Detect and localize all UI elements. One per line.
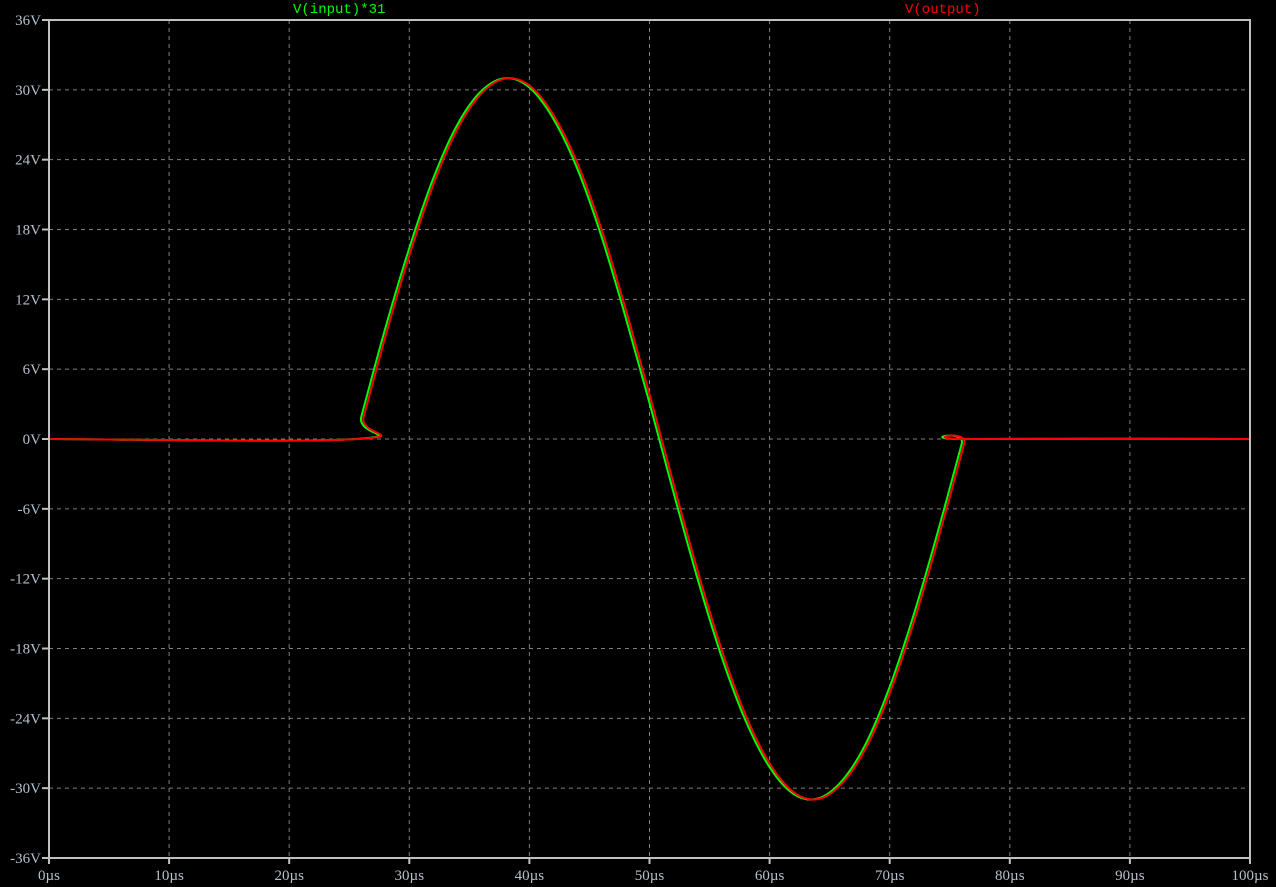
x-tick-label: 70µs <box>875 868 905 884</box>
y-tick-label: 0V <box>23 432 42 448</box>
x-tick-label: 50µs <box>635 868 665 884</box>
y-tick-label: -36V <box>10 851 41 867</box>
axis-ticks: 0µs 10µs 20µs 30µs 40µs 50µs 60µs 70µs 80µs 90µs 1… <box>10 13 1268 884</box>
x-tick-label: 80µs <box>995 868 1025 884</box>
legend-output[interactable]: V(output) <box>905 2 981 18</box>
y-tick-label: 6V <box>23 362 42 378</box>
waveform-plot[interactable]: 0µs 10µs 20µs 30µs 40µs 50µs 60µs 70µs 80µs 90µs 1… <box>0 0 1276 887</box>
x-tick-label: 0µs <box>38 868 60 884</box>
y-tick-label: 12V <box>15 292 41 308</box>
x-tick-label: 100µs <box>1232 868 1269 884</box>
y-tick-label: 18V <box>15 223 41 239</box>
y-tick-label: 24V <box>15 153 41 169</box>
x-tick-label: 10µs <box>154 868 184 884</box>
x-tick-label: 60µs <box>755 868 785 884</box>
legend-input[interactable]: V(input)*31 <box>293 2 385 18</box>
y-tick-label: -6V <box>18 502 41 518</box>
y-tick-label: -18V <box>10 642 41 658</box>
y-tick-label: 36V <box>15 13 41 29</box>
x-tick-label: 30µs <box>395 868 425 884</box>
x-tick-label: 90µs <box>1115 868 1145 884</box>
y-tick-label: -12V <box>10 572 41 588</box>
x-tick-label: 40µs <box>515 868 545 884</box>
x-tick-label: 20µs <box>274 868 304 884</box>
y-tick-label: 30V <box>15 83 41 99</box>
y-tick-label: -24V <box>10 711 41 727</box>
y-tick-label: -30V <box>10 781 41 797</box>
